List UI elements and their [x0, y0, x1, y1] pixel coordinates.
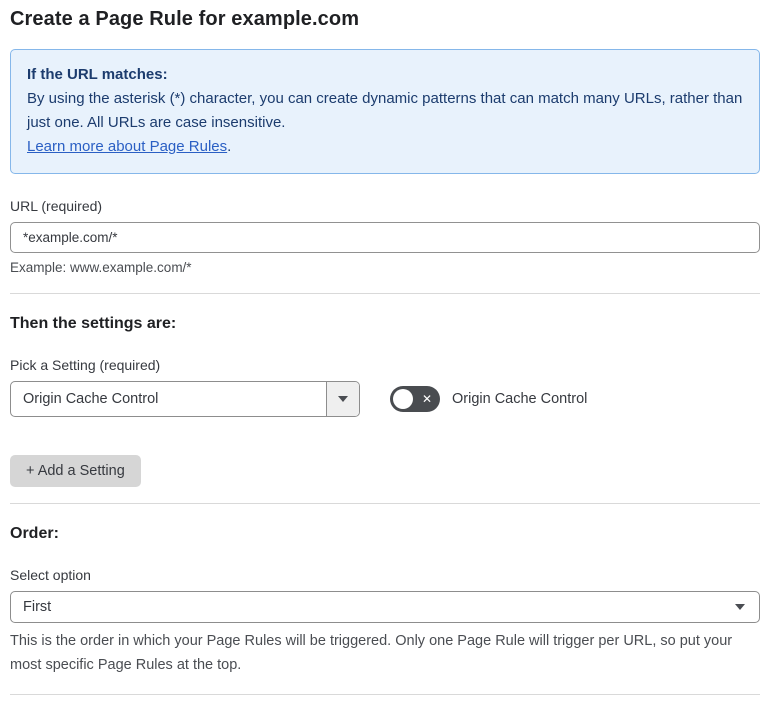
create-page-rule-panel: Create a Page Rule for example.com If th… — [0, 0, 770, 710]
pick-setting-label: Pick a Setting (required) — [10, 357, 161, 373]
add-setting-button[interactable]: + Add a Setting — [10, 455, 141, 487]
order-select-label: Select option — [10, 567, 91, 583]
toggle-label: Origin Cache Control — [452, 391, 588, 407]
order-section-heading: Order: — [10, 525, 59, 542]
toggle-knob — [393, 389, 413, 409]
url-example-hint: Example: www.example.com/* — [10, 260, 192, 275]
x-icon: ✕ — [421, 391, 432, 406]
url-match-info-box: If the URL matches: By using the asteris… — [10, 49, 760, 174]
settings-section-heading: Then the settings are: — [10, 315, 177, 332]
url-field-label: URL (required) — [10, 198, 103, 214]
order-help-text: This is the order in which your Page Rul… — [10, 633, 733, 673]
setting-select-value: Origin Cache Control — [23, 391, 159, 407]
divider — [10, 503, 760, 504]
url-input[interactable] — [10, 222, 760, 253]
divider — [10, 694, 760, 695]
origin-cache-control-toggle[interactable]: ✕ — [390, 386, 440, 412]
page-title: Create a Page Rule for example.com — [10, 8, 360, 30]
info-box-heading: If the URL matches: — [27, 66, 168, 83]
setting-select[interactable]: Origin Cache Control — [10, 381, 360, 417]
info-box-link-line: Learn more about Page Rules. — [27, 135, 743, 159]
chevron-down-icon — [735, 604, 745, 610]
chevron-down-icon — [338, 396, 348, 402]
divider — [10, 293, 760, 294]
learn-more-link[interactable]: Learn more about Page Rules — [27, 138, 227, 155]
setting-select-caret-button[interactable] — [326, 382, 359, 416]
order-select-value: First — [23, 599, 52, 615]
setting-row: Origin Cache Control ✕ Origin Cache Cont… — [10, 381, 760, 417]
order-select[interactable]: First — [10, 591, 760, 623]
link-suffix: . — [227, 138, 232, 155]
info-box-body: By using the asterisk (*) character, you… — [27, 90, 743, 131]
